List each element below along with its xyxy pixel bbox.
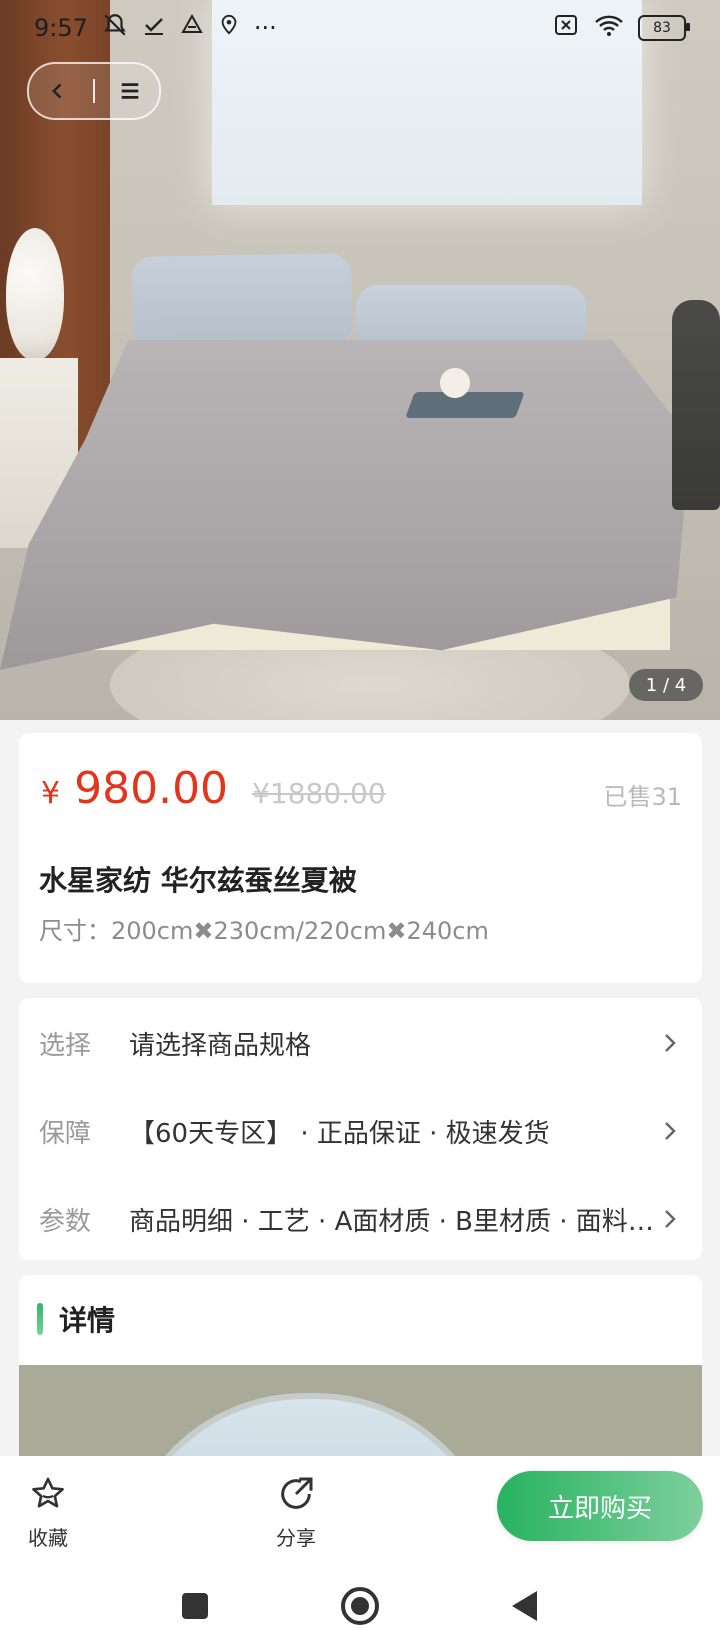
option-label: 保障 xyxy=(39,1118,92,1149)
option-text: 请选择商品规格 xyxy=(129,1030,312,1061)
option-label: 参数 xyxy=(39,1206,92,1237)
circle-icon xyxy=(341,1587,379,1625)
system-navigation-bar xyxy=(0,1562,720,1650)
favorite-button[interactable]: 收藏 xyxy=(8,1474,88,1551)
share-label: 分享 xyxy=(276,1526,316,1550)
product-summary-card: ¥ 980.00 ¥1880.00 已售31 水星家纺 华尔兹蚕丝夏被 尺寸：2… xyxy=(19,733,702,983)
option-label: 选择 xyxy=(39,1030,92,1061)
product-title: 水星家纺 华尔兹蚕丝夏被 xyxy=(39,864,357,897)
detail-image-arch xyxy=(119,1393,501,1465)
product-options-card: 选择 请选择商品规格 保障 【60天专区】 · 正品保证 · 极速发货 参数 商… xyxy=(19,998,702,1260)
check-icon xyxy=(142,13,166,43)
star-icon xyxy=(32,1477,64,1508)
mute-icon xyxy=(102,12,128,44)
bottom-action-bar: 收藏 分享 立即购买 xyxy=(0,1456,720,1562)
detail-section: 详情 xyxy=(19,1275,702,1365)
home-button[interactable] xyxy=(338,1584,382,1628)
more-notifications-icon: ··· xyxy=(253,14,277,42)
chevron-right-icon xyxy=(658,1119,682,1143)
image-counter-text: 1 / 4 xyxy=(645,674,687,696)
option-text: 商品明细 · 工艺 · A面材质 · B里材质 · 面料成分 xyxy=(129,1206,658,1237)
battery-level: 83 xyxy=(653,20,671,36)
detail-image xyxy=(19,1365,702,1465)
wifi-icon xyxy=(594,13,624,43)
hero-cup xyxy=(440,368,470,398)
option-row-guarantee[interactable]: 保障 【60天专区】 · 正品保证 · 极速发货 xyxy=(39,1101,682,1161)
top-navigation-capsule xyxy=(27,62,161,120)
detail-header: 详情 xyxy=(37,1299,115,1339)
menu-button[interactable] xyxy=(108,69,152,113)
drive-icon xyxy=(180,13,204,43)
menu-icon xyxy=(122,83,139,99)
chevron-right-icon xyxy=(658,1031,682,1055)
status-bar: 9:57 ··· 83 xyxy=(0,0,720,56)
price-currency: ¥ xyxy=(41,776,61,811)
buy-now-button[interactable]: 立即购买 xyxy=(497,1471,703,1541)
share-icon xyxy=(281,1477,313,1509)
option-row-select[interactable]: 选择 请选择商品规格 xyxy=(39,1013,682,1073)
no-sim-icon xyxy=(552,13,580,43)
hero-tray xyxy=(405,392,525,418)
favorite-label: 收藏 xyxy=(28,1526,68,1550)
location-icon xyxy=(218,13,240,43)
back-nav-button[interactable] xyxy=(502,1584,546,1628)
chevron-left-icon xyxy=(51,83,62,99)
option-row-params[interactable]: 参数 商品明细 · 工艺 · A面材质 · B里材质 · 面料成分 xyxy=(39,1189,682,1249)
option-text: 【60天专区】 · 正品保证 · 极速发货 xyxy=(129,1118,550,1149)
back-button[interactable] xyxy=(36,69,80,113)
hero-plant xyxy=(672,300,720,510)
battery-icon: 83 xyxy=(638,15,690,41)
image-counter: 1 / 4 xyxy=(629,669,703,701)
share-button[interactable]: 分享 xyxy=(256,1474,336,1551)
capsule-divider xyxy=(92,79,95,103)
hero-pillow-left xyxy=(131,253,353,349)
detail-accent-bar xyxy=(37,1303,43,1335)
detail-title: 详情 xyxy=(59,1304,116,1337)
price-value: 980.00 xyxy=(74,763,229,814)
price-row: ¥ 980.00 ¥1880.00 xyxy=(41,763,386,814)
sold-count: 已售31 xyxy=(603,783,682,811)
hero-lamp xyxy=(6,228,64,360)
recent-apps-button[interactable] xyxy=(173,1584,217,1628)
product-size: 尺寸：200cm✖230cm/220cm✖240cm xyxy=(39,917,489,945)
original-price: ¥1880.00 xyxy=(252,777,386,810)
chevron-right-icon xyxy=(658,1207,682,1231)
square-icon xyxy=(182,1593,208,1619)
triangle-back-icon xyxy=(512,1591,537,1621)
status-time: 9:57 xyxy=(34,14,88,42)
